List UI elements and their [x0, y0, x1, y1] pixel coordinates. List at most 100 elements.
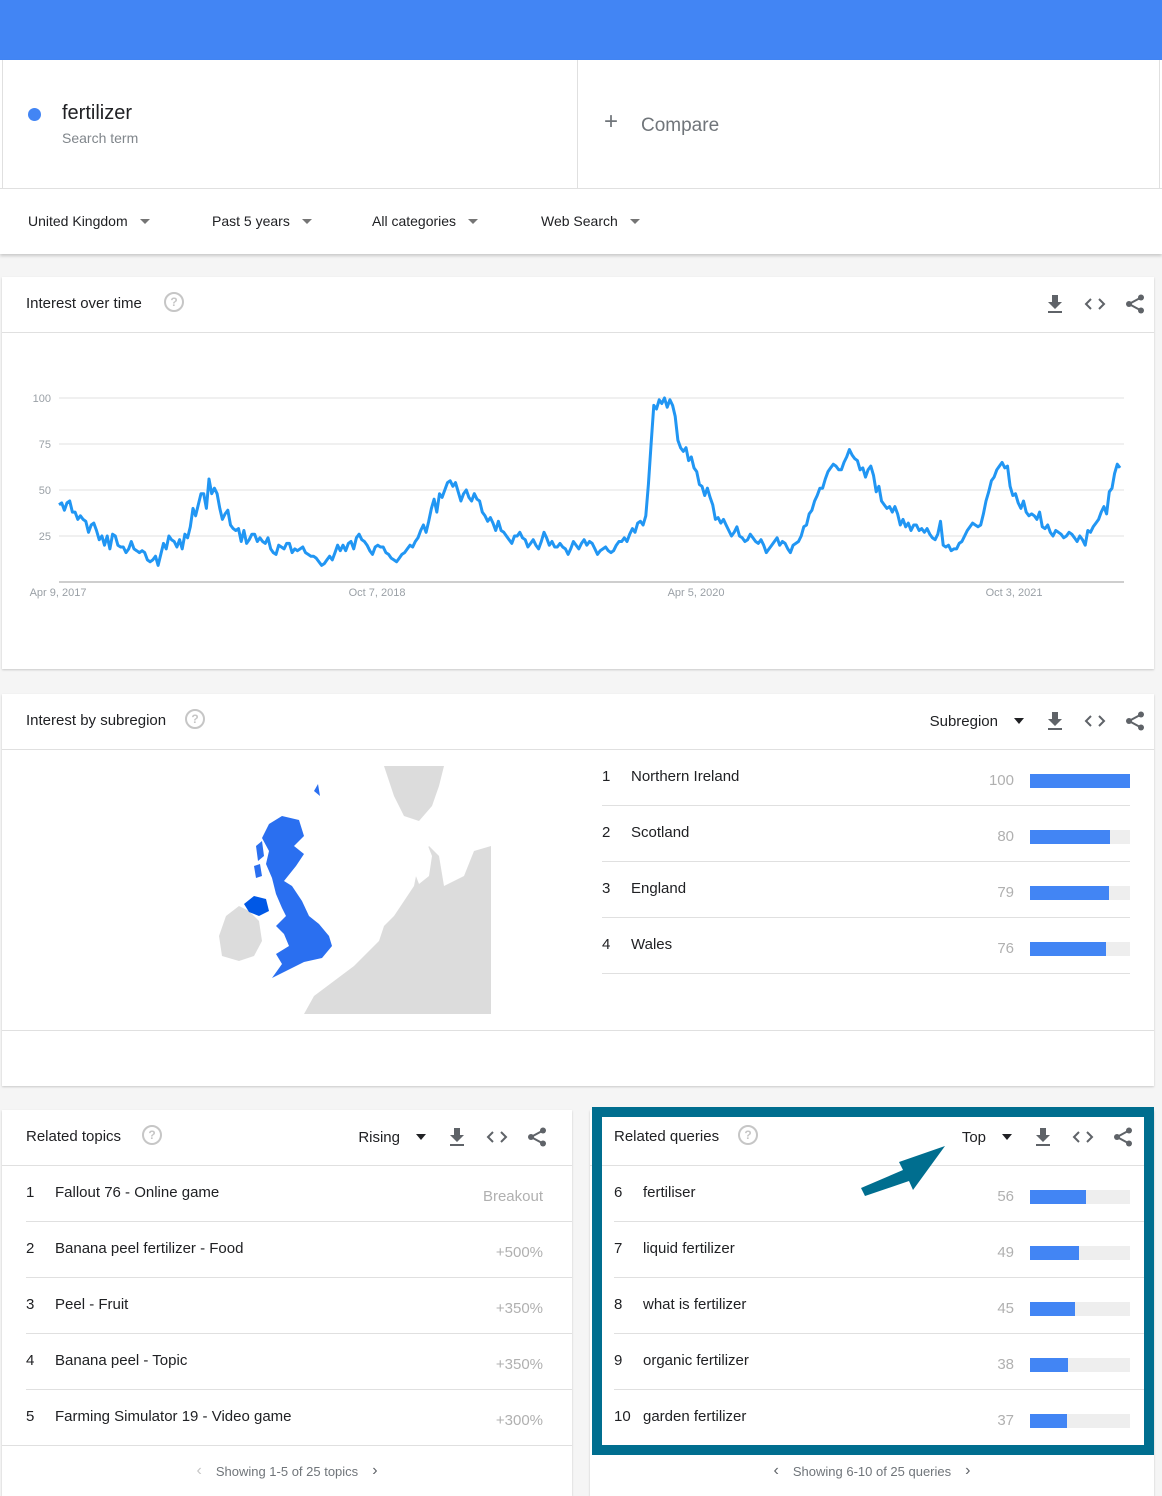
- download-icon[interactable]: [1032, 1126, 1054, 1148]
- y-tick-label: 100: [33, 393, 51, 405]
- query-row[interactable]: 8 what is fertilizer 45: [614, 1278, 1144, 1334]
- row-label[interactable]: Peel - Fruit: [55, 1296, 128, 1313]
- caret-down-icon: [139, 218, 150, 224]
- search-term[interactable]: fertilizer: [62, 102, 132, 125]
- help-icon[interactable]: ?: [185, 709, 205, 729]
- y-tick-label: 75: [39, 439, 51, 451]
- row-rank: 1: [602, 768, 611, 785]
- topics-type-label: Rising: [358, 1128, 400, 1146]
- card-header: Interest over time ?: [2, 277, 1154, 333]
- next-page-icon[interactable]: ›: [372, 1462, 377, 1480]
- card-tools: Top: [962, 1126, 1134, 1148]
- card-header: Related topics ? Rising: [2, 1110, 572, 1166]
- time-filter[interactable]: Past 5 years: [212, 213, 312, 229]
- compare-button[interactable]: + Compare: [578, 60, 1160, 188]
- query-row[interactable]: 9 organic fertilizer 38: [614, 1334, 1144, 1390]
- share-icon[interactable]: [1112, 1126, 1134, 1148]
- topic-row[interactable]: 2 Banana peel fertilizer - Food +500%: [26, 1222, 572, 1278]
- topic-row[interactable]: 3 Peel - Fruit +350%: [26, 1278, 572, 1334]
- card-title: Related topics: [26, 1128, 122, 1145]
- topic-row[interactable]: 4 Banana peel - Topic +350%: [26, 1334, 572, 1390]
- time-filter-label: Past 5 years: [212, 213, 290, 229]
- row-value: 76: [997, 940, 1014, 957]
- row-label[interactable]: organic fertilizer: [643, 1352, 749, 1369]
- prev-page-icon[interactable]: ‹: [196, 1462, 201, 1480]
- row-label[interactable]: Scotland: [631, 824, 689, 841]
- queries-type-label: Top: [961, 1128, 986, 1146]
- pager-text: Showing 6-10 of 25 queries: [792, 1463, 952, 1479]
- download-icon[interactable]: [1044, 293, 1066, 315]
- help-icon[interactable]: ?: [164, 292, 184, 312]
- subregion-row[interactable]: 4 Wales 76: [602, 918, 1130, 974]
- topics-type-dropdown[interactable]: Rising: [358, 1129, 426, 1146]
- search-term-card[interactable]: fertilizer Search term: [2, 60, 578, 188]
- subregion-dropdown[interactable]: Subregion: [930, 713, 1024, 730]
- row-label[interactable]: Wales: [631, 936, 672, 953]
- row-label[interactable]: garden fertilizer: [643, 1408, 746, 1425]
- card-title: Interest over time: [26, 295, 142, 312]
- row-rank: 9: [614, 1352, 623, 1369]
- query-row[interactable]: 10 garden fertilizer 37: [614, 1390, 1144, 1446]
- region-filter[interactable]: United Kingdom: [28, 213, 150, 229]
- property-filter[interactable]: Web Search: [541, 213, 640, 229]
- interest-over-time-card: Interest over time ? 25 50 75 100 Apr 9, 201…: [2, 277, 1154, 669]
- row-label[interactable]: Northern Ireland: [631, 768, 739, 785]
- search-term-type: Search term: [62, 130, 139, 146]
- query-row[interactable]: 7 liquid fertilizer 49: [614, 1222, 1144, 1278]
- row-rank: 4: [602, 936, 611, 953]
- compare-label: Compare: [641, 115, 720, 136]
- help-icon[interactable]: ?: [142, 1125, 162, 1145]
- card-tools: [1026, 293, 1146, 315]
- row-rank: 2: [26, 1240, 35, 1257]
- download-icon[interactable]: [446, 1126, 468, 1148]
- value-bar-fill: [1030, 1358, 1068, 1372]
- share-icon[interactable]: [1124, 710, 1146, 732]
- query-row[interactable]: 6 fertiliser 56: [614, 1166, 1144, 1222]
- embed-icon[interactable]: [1072, 1126, 1094, 1148]
- card-tools: Rising: [358, 1126, 548, 1148]
- embed-icon[interactable]: [1084, 710, 1106, 732]
- row-rank: 7: [614, 1240, 623, 1257]
- card-header: Related queries ? Top: [590, 1110, 1154, 1166]
- series-line-fertilizer[interactable]: [58, 396, 1122, 567]
- row-rank: 5: [26, 1408, 35, 1425]
- subregion-row[interactable]: 1 Northern Ireland 100: [602, 750, 1130, 806]
- share-icon[interactable]: [1124, 293, 1146, 315]
- embed-icon[interactable]: [1084, 293, 1106, 315]
- download-icon[interactable]: [1044, 710, 1066, 732]
- embed-icon[interactable]: [486, 1126, 508, 1148]
- row-value: +300%: [495, 1412, 543, 1429]
- row-rank: 4: [26, 1352, 35, 1369]
- row-label[interactable]: liquid fertilizer: [643, 1240, 735, 1257]
- caret-down-icon: [301, 218, 312, 224]
- interest-line-chart[interactable]: 25 50 75 100 Apr 9, 2017 Oct 7, 2018 Apr 5, 20…: [2, 334, 1154, 664]
- value-bar-fill: [1030, 774, 1130, 788]
- row-label[interactable]: England: [631, 880, 686, 897]
- interest-by-subregion-card: Interest by subregion ? Subregion 1 Nort…: [2, 694, 1154, 1086]
- help-icon[interactable]: ?: [738, 1125, 758, 1145]
- category-filter[interactable]: All categories: [372, 213, 479, 229]
- subregion-row[interactable]: 3 England 79: [602, 862, 1130, 918]
- topic-row[interactable]: 5 Farming Simulator 19 - Video game +300…: [2, 1390, 572, 1446]
- value-bar-fill: [1030, 1302, 1075, 1316]
- subregion-map[interactable]: [214, 766, 494, 1014]
- row-label[interactable]: Banana peel - Topic: [55, 1352, 187, 1369]
- value-bar-fill: [1030, 830, 1110, 844]
- row-value: 37: [997, 1412, 1014, 1429]
- row-label[interactable]: Fallout 76 - Online game: [55, 1184, 219, 1201]
- topics-pager: ‹ Showing 1-5 of 25 topics ›: [2, 1446, 572, 1496]
- row-label[interactable]: fertiliser: [643, 1184, 696, 1201]
- value-bar: [1030, 1246, 1130, 1260]
- share-icon[interactable]: [526, 1126, 548, 1148]
- card-divider: [2, 1030, 1154, 1031]
- topic-row[interactable]: 1 Fallout 76 - Online game Breakout: [26, 1166, 572, 1222]
- row-label[interactable]: Banana peel fertilizer - Food: [55, 1240, 243, 1257]
- row-label[interactable]: what is fertilizer: [643, 1296, 746, 1313]
- subregion-dropdown-label: Subregion: [929, 712, 998, 730]
- caret-down-icon: [416, 1134, 426, 1140]
- row-label[interactable]: Farming Simulator 19 - Video game: [55, 1408, 292, 1425]
- queries-type-dropdown[interactable]: Top: [962, 1129, 1012, 1146]
- subregion-row[interactable]: 2 Scotland 80: [602, 806, 1130, 862]
- prev-page-icon[interactable]: ‹: [774, 1462, 779, 1480]
- next-page-icon[interactable]: ›: [965, 1462, 970, 1480]
